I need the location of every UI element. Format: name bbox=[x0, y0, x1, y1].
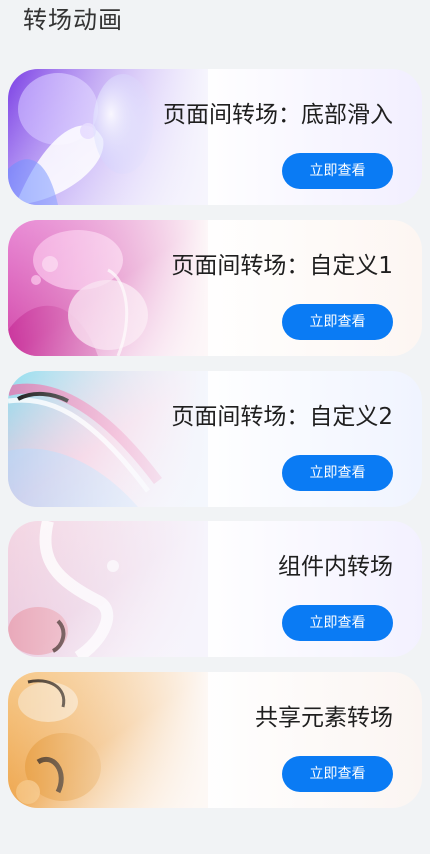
card-title: 组件内转场 bbox=[278, 554, 393, 580]
purple-glass-image bbox=[8, 69, 208, 205]
view-now-button[interactable]: 立即查看 bbox=[282, 756, 393, 792]
card-title: 页面间转场：底部滑入 bbox=[163, 102, 393, 128]
orange-gold-image bbox=[8, 672, 208, 808]
card-title: 页面间转场：自定义2 bbox=[171, 404, 393, 430]
view-now-button[interactable]: 立即查看 bbox=[282, 153, 393, 189]
card-title: 页面间转场：自定义1 bbox=[171, 253, 393, 279]
page-title: 转场动画 bbox=[23, 6, 123, 34]
pink-bubbles-image bbox=[8, 220, 208, 356]
card-custom-2[interactable]: 页面间转场：自定义2 立即查看 bbox=[8, 371, 422, 507]
view-now-button[interactable]: 立即查看 bbox=[282, 455, 393, 491]
pale-pink-glass-image bbox=[8, 521, 208, 657]
card-shared-element-transition[interactable]: 共享元素转场 立即查看 bbox=[8, 672, 422, 808]
view-now-button[interactable]: 立即查看 bbox=[282, 605, 393, 641]
card-in-component-transition[interactable]: 组件内转场 立即查看 bbox=[8, 521, 422, 657]
view-now-button[interactable]: 立即查看 bbox=[282, 304, 393, 340]
card-title: 共享元素转场 bbox=[255, 705, 393, 731]
cyan-pink-wave-image bbox=[8, 371, 208, 507]
transition-animation-page: 转场动画 页面间转场：底部滑入 立即查看 页面间转场：自定义1 立即查看 页面间… bbox=[0, 0, 430, 854]
card-bottom-slide-in[interactable]: 页面间转场：底部滑入 立即查看 bbox=[8, 69, 422, 205]
card-custom-1[interactable]: 页面间转场：自定义1 立即查看 bbox=[8, 220, 422, 356]
